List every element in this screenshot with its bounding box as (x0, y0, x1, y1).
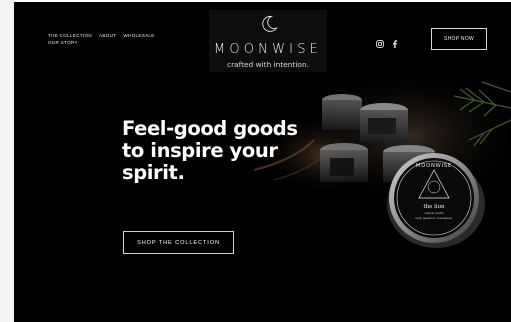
shop-now-button[interactable]: SHOP NOW (431, 28, 487, 50)
website-frame: THE COLLECTION ABOUT WHOLESALE OUR STORY… (14, 2, 511, 322)
crescent-moon-icon (262, 15, 278, 32)
hero-section: MOONWISE the lion natural candle loyal. … (14, 80, 511, 322)
logo-tagline: crafted with intention. (227, 60, 309, 69)
main-nav: THE COLLECTION ABOUT WHOLESALE OUR STORY (48, 32, 188, 46)
page-gutter (0, 0, 14, 322)
site-header: THE COLLECTION ABOUT WHOLESALE OUR STORY… (14, 2, 511, 80)
nav-row-2: OUR STORY (48, 39, 188, 46)
site-logo[interactable]: MOONWISE crafted with intention. (209, 10, 327, 72)
product-label-sub: natural candle (425, 211, 444, 215)
product-label-desc: loyal. generous. courageous. (415, 216, 453, 220)
product-label-name: the lion (423, 204, 445, 210)
facebook-icon[interactable] (392, 35, 398, 53)
social-links (376, 35, 398, 53)
nav-link-wholesale[interactable]: WHOLESALE (123, 32, 154, 39)
instagram-icon[interactable] (376, 35, 384, 53)
nav-link-our-story[interactable]: OUR STORY (48, 39, 78, 46)
nav-row-1: THE COLLECTION ABOUT WHOLESALE (48, 32, 188, 39)
hero-headline: Feel-good goods to inspire your spirit. (122, 118, 312, 184)
nav-link-about[interactable]: ABOUT (99, 32, 116, 39)
hero-headline-line-2: to inspire your (122, 139, 278, 162)
product-label-brand: MOONWISE (416, 163, 452, 169)
shop-the-collection-button[interactable]: SHOP THE COLLECTION (123, 231, 234, 254)
logo-wordmark: MOONWISE (213, 42, 323, 57)
nav-link-the-collection[interactable]: THE COLLECTION (48, 32, 92, 39)
hero-headline-line-3: spirit. (122, 161, 185, 184)
hero-headline-line-1: Feel-good goods (122, 117, 298, 140)
